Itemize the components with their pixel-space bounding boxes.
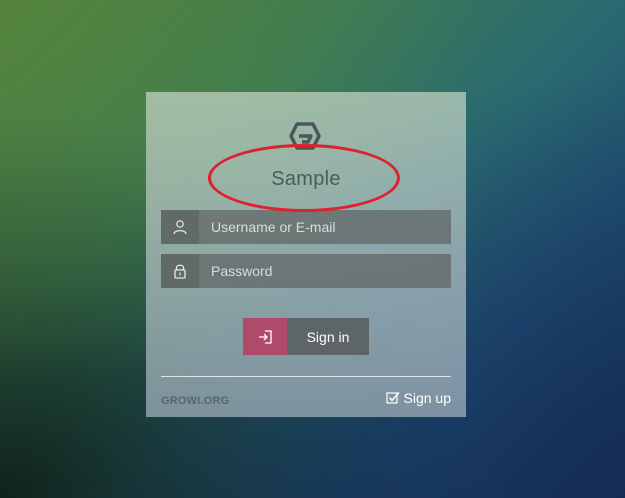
- divider: [161, 376, 451, 377]
- sign-in-icon: [243, 318, 287, 355]
- username-input[interactable]: [199, 209, 443, 245]
- sign-in-button[interactable]: Sign in: [243, 318, 369, 355]
- sign-up-link[interactable]: Sign up: [385, 390, 451, 406]
- brand-name: Sample: [271, 168, 341, 190]
- login-card: Sample Sign in: [146, 92, 466, 417]
- growi-org-link[interactable]: GROWI.ORG: [161, 395, 229, 407]
- sign-in-label: Sign in: [287, 318, 369, 355]
- growi-logo-icon: [289, 122, 321, 150]
- username-field[interactable]: [161, 209, 451, 245]
- lock-icon: [161, 254, 199, 288]
- user-icon: [161, 210, 199, 244]
- password-field[interactable]: [161, 253, 451, 289]
- checkbox-icon: [385, 392, 400, 404]
- password-input[interactable]: [199, 253, 443, 289]
- sign-up-label: Sign up: [403, 390, 451, 406]
